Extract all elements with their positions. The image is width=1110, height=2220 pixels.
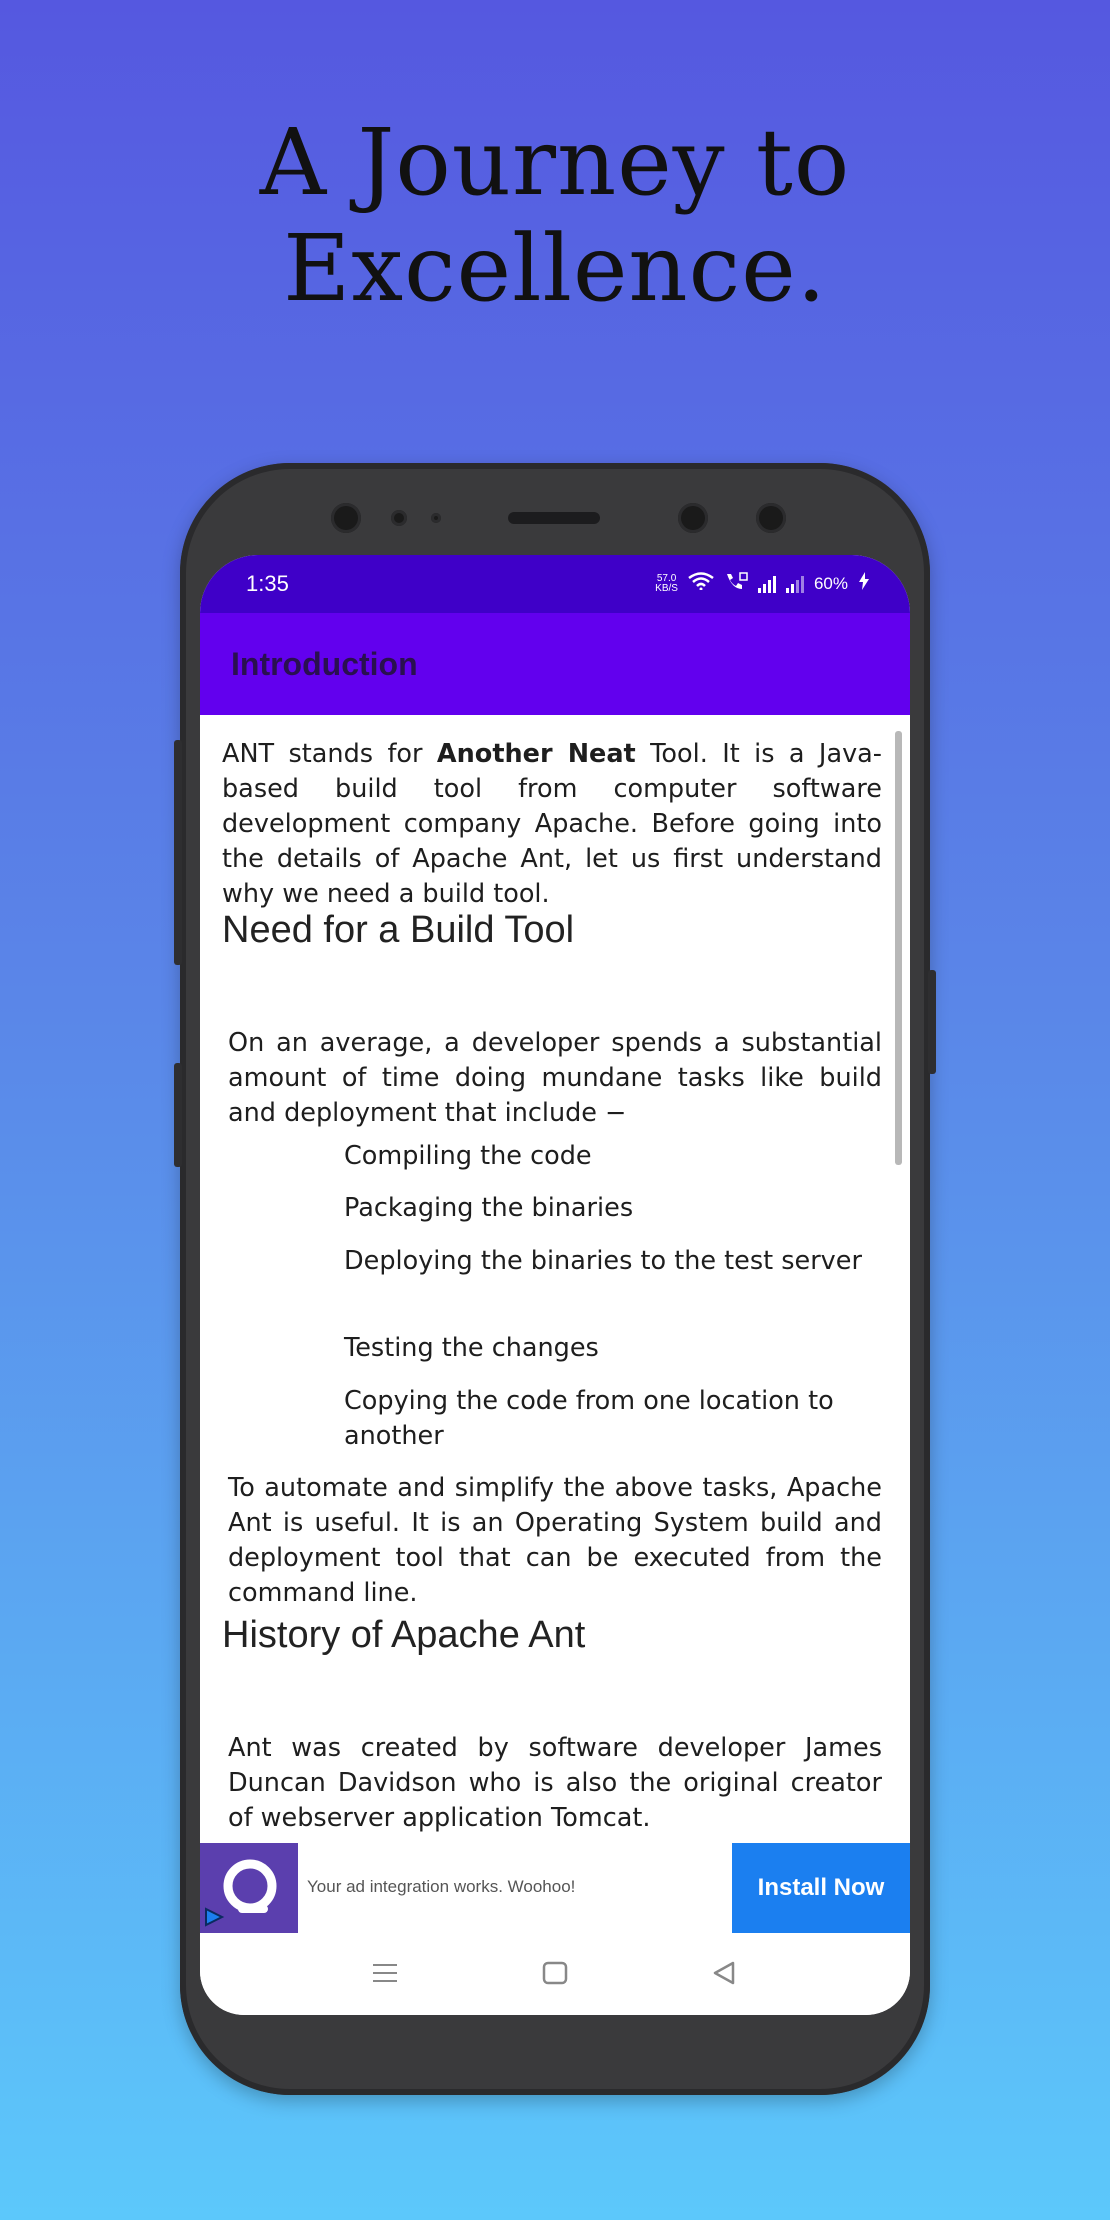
signal-icon	[757, 575, 776, 593]
headline: A Journey to Excellence.	[0, 110, 1110, 322]
status-time: 1:35	[246, 571, 289, 596]
headline-line-2: Excellence.	[283, 215, 827, 322]
ad-banner[interactable]: Your ad integration works. Woohoo! Insta…	[200, 1843, 910, 1933]
network-speed: 57.0 KB/S	[655, 573, 678, 594]
recents-icon[interactable]	[360, 1951, 410, 1995]
volte-call-icon	[724, 572, 748, 595]
section-heading: History of Apache Ant	[222, 1614, 586, 1656]
charging-icon	[858, 572, 870, 595]
headline-line-1: A Journey to	[259, 109, 851, 216]
side-button	[928, 970, 936, 1074]
intro-text: ANT stands for	[222, 739, 437, 769]
back-icon[interactable]	[699, 1951, 749, 1995]
list-item: Testing the changes	[344, 1333, 599, 1363]
intro-bold-text: Another Neat	[436, 739, 636, 769]
list-item: Deploying the binaries to the test serve…	[344, 1246, 862, 1276]
status-bar: 1:35 57.0 KB/S 60%	[200, 555, 910, 613]
front-sensor	[431, 513, 441, 523]
list-item: Compiling the code	[344, 1141, 592, 1171]
home-icon[interactable]	[530, 1951, 580, 1995]
earpiece-speaker	[508, 512, 600, 524]
front-sensor	[391, 510, 407, 526]
list-item: Packaging the binaries	[344, 1193, 634, 1223]
intro-paragraph: ANT stands for Another Neat Tool. It is …	[222, 737, 882, 912]
ad-logo[interactable]	[200, 1843, 298, 1933]
signal-icon	[785, 575, 804, 593]
battery-percent: 60%	[813, 573, 848, 593]
page-title: Introduction	[231, 646, 418, 682]
status-icons: 57.0 KB/S 60%	[655, 572, 870, 595]
front-camera	[678, 503, 708, 533]
wifi-icon	[688, 572, 714, 595]
phone-screen: 1:35 57.0 KB/S 60% Introduction ANT stan…	[200, 555, 910, 2015]
section-heading: Need for a Build Tool	[222, 909, 575, 951]
volume-button	[174, 740, 182, 965]
navigation-bar	[200, 1933, 910, 2015]
install-now-button[interactable]: Install Now	[732, 1843, 910, 1933]
front-camera	[331, 503, 361, 533]
article-content[interactable]: ANT stands for Another Neat Tool. It is …	[200, 715, 910, 1843]
app-bar: Introduction	[200, 613, 910, 715]
list-item: Copying the code from one location to an…	[344, 1386, 834, 1451]
section-paragraph: On an average, a developer spends a subs…	[228, 1028, 882, 1128]
ad-text: Your ad integration works. Woohoo!	[307, 1877, 576, 1896]
section-paragraph: Ant was created by software developer Ja…	[228, 1733, 882, 1833]
front-camera	[756, 503, 786, 533]
ad-app-icon	[205, 1859, 277, 1927]
scrollbar[interactable]	[895, 731, 902, 1165]
network-speed-unit: KB/S	[655, 582, 678, 594]
power-button	[174, 1063, 182, 1167]
section-paragraph: To automate and simplify the above tasks…	[228, 1473, 882, 1608]
